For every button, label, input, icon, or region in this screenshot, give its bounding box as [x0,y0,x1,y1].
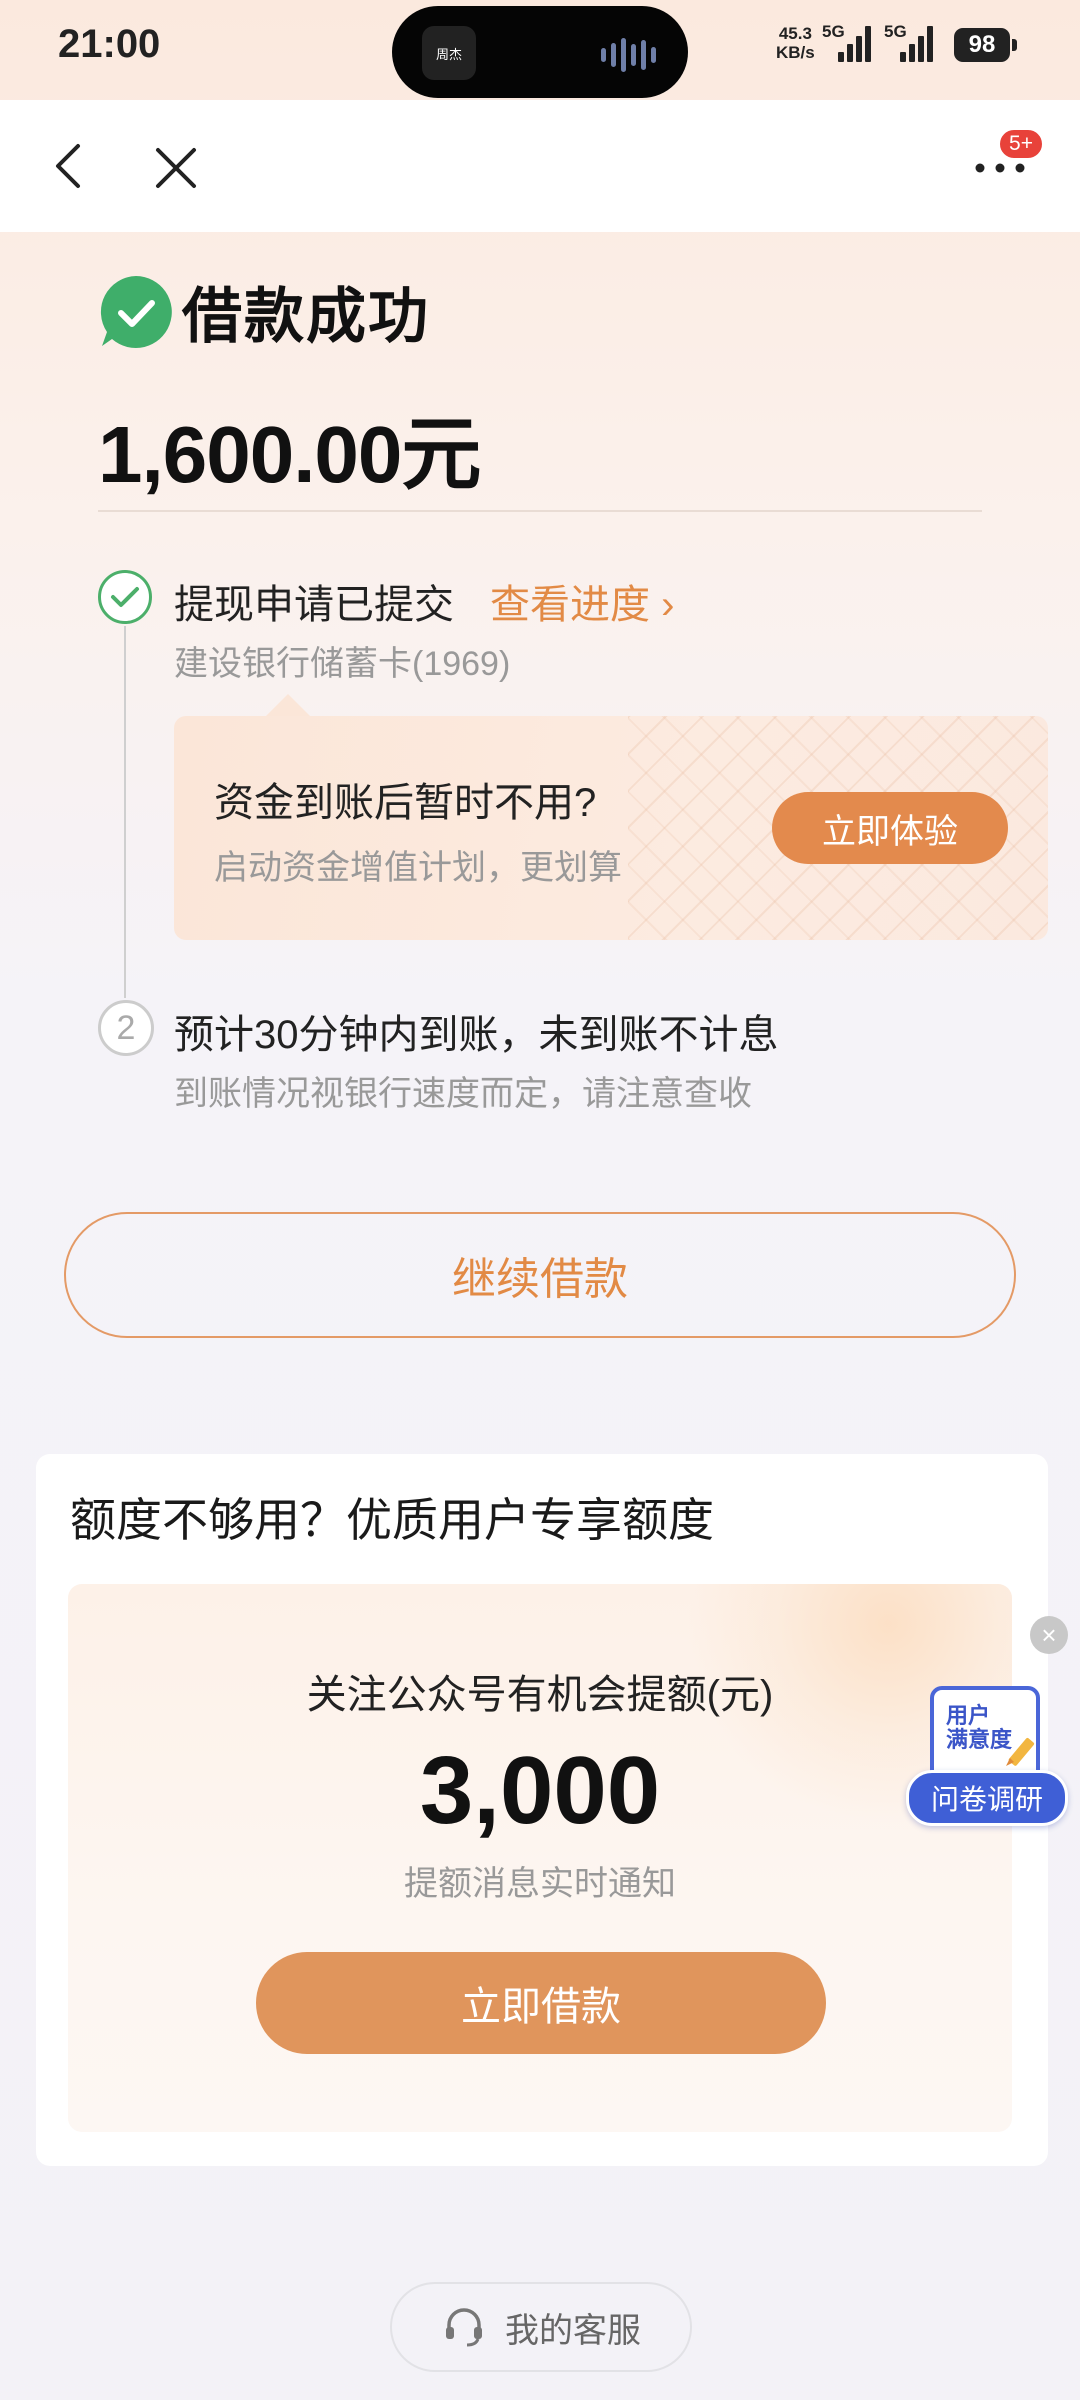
headset-icon [446,2308,482,2347]
customer-service-label: 我的客服 [505,2311,641,2350]
close-icon[interactable] [152,144,200,192]
signal-bars-1-icon [838,22,871,62]
step-2-subtitle: 到账情况视银行速度而定，请注意查收 [174,1075,752,1113]
step-1-subtitle: 建设银行储蓄卡(1969) [174,645,511,683]
back-icon[interactable] [48,140,92,192]
view-progress-link[interactable]: 查看进度 › [490,572,674,630]
survey-button[interactable]: 问卷调研 [906,1770,1068,1826]
loan-amount: 1,600.00元 [98,410,481,499]
island-app-icon: 周杰 [422,26,476,80]
quota-label: 关注公众号有机会提额(元) [306,1673,774,1717]
promo-card[interactable]: 资金到账后暂时不用? 启动资金增值计划，更划算 立即体验 [174,716,1048,940]
customer-service-button[interactable]: 我的客服 [390,2282,692,2372]
promo-subtitle: 启动资金增值计划，更划算 [214,849,622,887]
pencil-icon [1006,1737,1035,1766]
try-now-button[interactable]: 立即体验 [772,792,1008,864]
promo-title: 资金到账后暂时不用? [214,781,597,825]
success-check-icon [100,276,172,348]
network-speed: 45.3 KB/s [776,24,815,62]
dynamic-island[interactable]: 周杰 [392,6,688,98]
audio-wave-icon [601,38,656,72]
quota-note: 提额消息实时通知 [404,1865,676,1903]
step-2-title: 预计30分钟内到账，未到账不计息 [174,1013,779,1057]
quota-card-title: 额度不够用？优质用户专享额度 [70,1494,714,1546]
timeline-line [124,626,126,998]
status-time: 21:00 [58,22,161,66]
signal-bars-2-icon [900,22,933,62]
step-1-check-icon [98,570,152,624]
promo-pointer [264,694,312,718]
step-1-title: 提现申请已提交 [174,583,454,627]
notification-badge: 5+ [998,128,1044,160]
divider [98,510,982,512]
step-2-number: 2 [98,1000,154,1056]
survey-close-icon[interactable]: × [1030,1616,1068,1654]
borrow-now-button[interactable]: 立即借款 [256,1952,826,2054]
result-title: 借款成功 [182,283,430,350]
continue-borrow-button[interactable]: 继续借款 [64,1212,1016,1338]
battery-icon: 98 [954,28,1017,62]
